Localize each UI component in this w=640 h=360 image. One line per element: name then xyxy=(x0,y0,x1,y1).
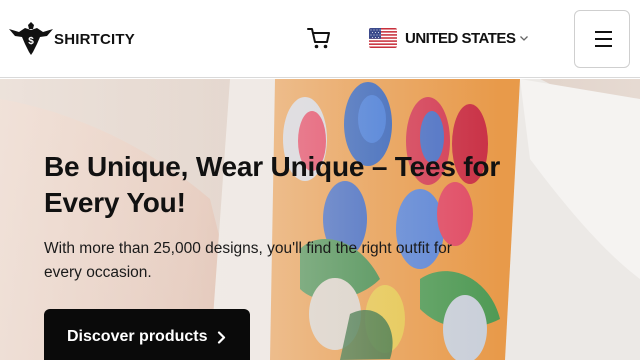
logo-wordmark: SHIRTCITY xyxy=(54,30,135,48)
discover-products-button[interactable]: Discover products xyxy=(44,309,250,360)
cta-label: Discover products xyxy=(67,328,208,345)
site-logo[interactable]: $ SHIRTCITY xyxy=(9,22,135,56)
menu-button[interactable] xyxy=(574,10,630,68)
hero-subline: With more than 25,000 designs, you'll fi… xyxy=(44,240,452,281)
chevron-right-icon xyxy=(218,331,226,344)
country-selector[interactable]: UNITED STATES xyxy=(369,28,529,48)
site-header: $ SHIRTCITY UNITED STATES xyxy=(0,0,640,78)
shopping-cart-icon xyxy=(307,28,330,49)
us-flag-icon xyxy=(369,28,397,48)
country-label: UNITED STATES xyxy=(405,29,516,47)
hero-headline: Be Unique, Wear Unique – Tees for Every … xyxy=(44,151,501,218)
svg-text:$: $ xyxy=(28,36,34,47)
hero-banner: Be Unique, Wear Unique – Tees for Every … xyxy=(0,79,640,360)
eagle-dollar-logo-icon: $ xyxy=(9,22,53,55)
cart-button[interactable] xyxy=(306,25,332,51)
chevron-down-icon xyxy=(520,36,529,41)
